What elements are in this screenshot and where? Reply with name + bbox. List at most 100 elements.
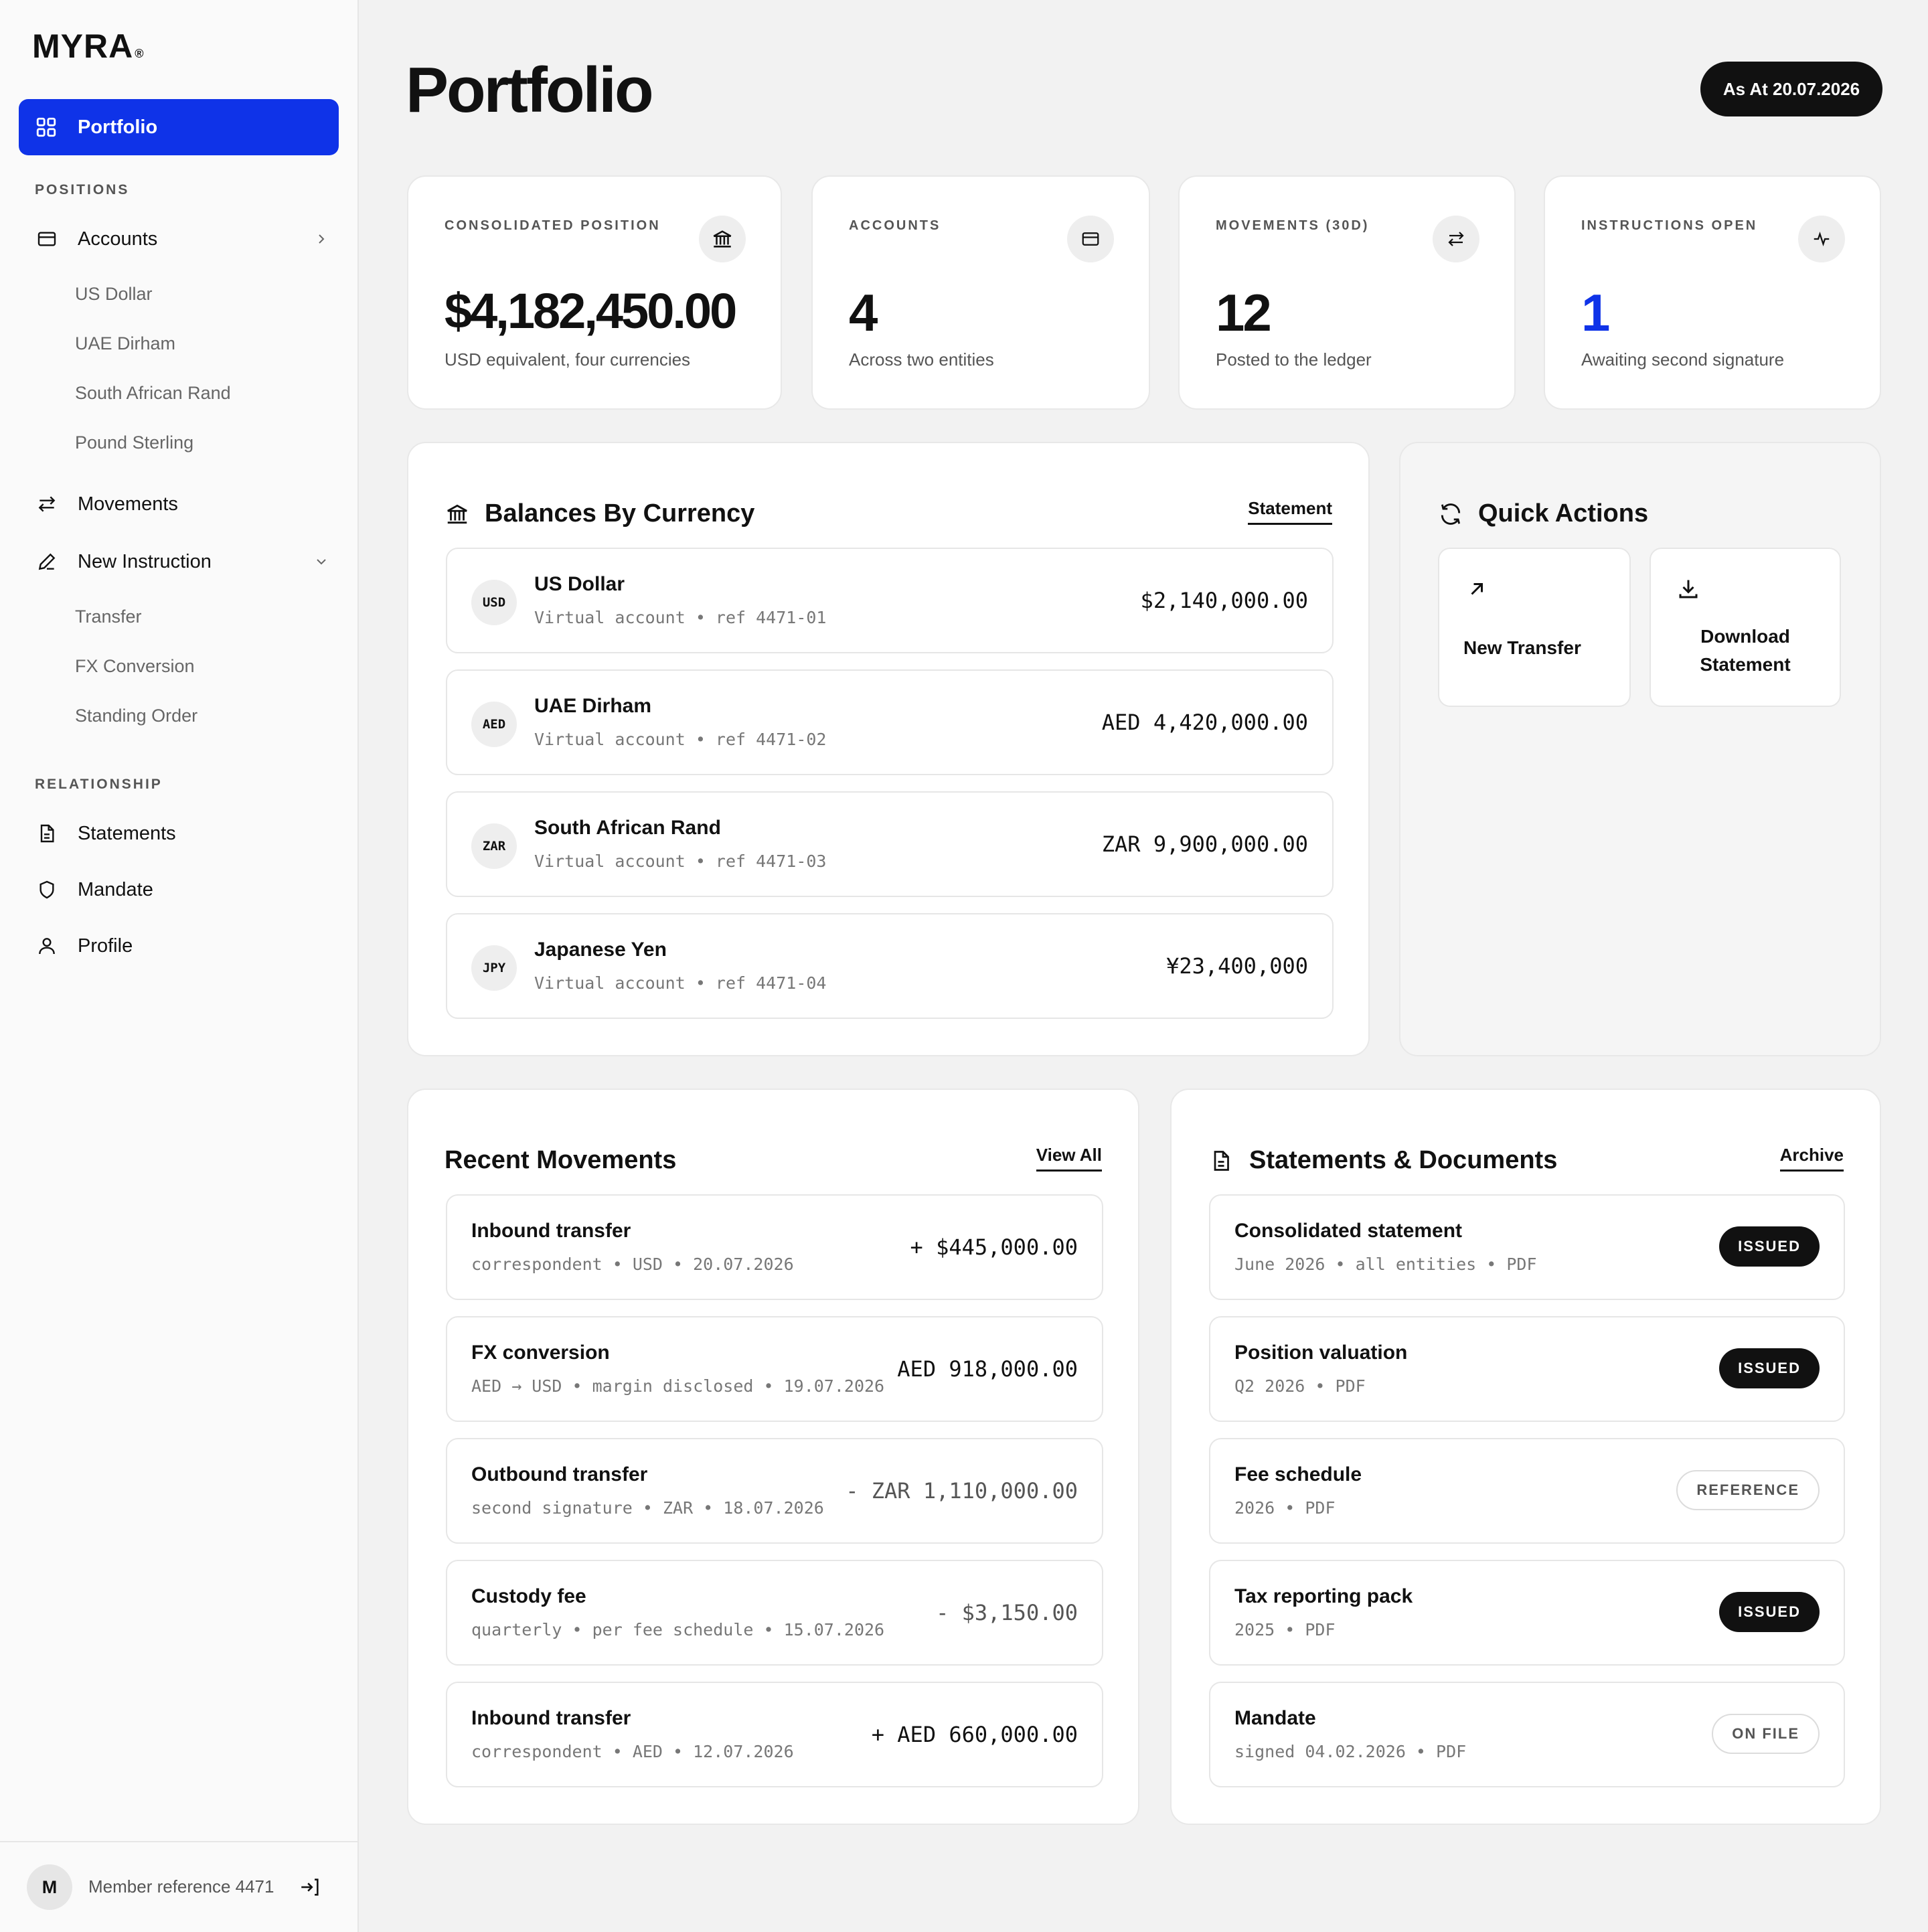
section-label-positions: POSITIONS (35, 182, 130, 197)
row-amount: ¥23,400,000 (1166, 953, 1308, 979)
currency-badge: JPY (471, 945, 517, 991)
panel-title: Quick Actions (1438, 499, 1648, 528)
status-badge: ISSUED (1719, 1226, 1820, 1267)
grid-icon (36, 117, 56, 137)
sidebar-subitem-uae-dirham[interactable]: UAE Dirham (75, 333, 175, 354)
sidebar-subitem-south-african-rand[interactable]: South African Rand (75, 383, 231, 404)
row-amount: + $445,000.00 (910, 1234, 1078, 1260)
row-title: Japanese Yen (534, 939, 667, 961)
quick-actions-panel: Quick Actions New Transfer Download Stat… (1399, 442, 1881, 1056)
brand-mark: ® (135, 47, 145, 60)
tile-label-line: Download (1700, 626, 1790, 647)
row-amount: AED 4,420,000.00 (1101, 710, 1308, 735)
list-item[interactable]: Position valuation Q2 2026 • PDF ISSUED (1209, 1316, 1845, 1422)
shield-icon (35, 878, 59, 902)
row-meta: second signature • ZAR • 18.07.2026 (471, 1498, 824, 1518)
row-title: UAE Dirham (534, 695, 652, 717)
stat-label: CONSOLIDATED POSITION (445, 218, 661, 233)
pen-icon (35, 550, 59, 574)
panel-title-text: Quick Actions (1478, 499, 1649, 528)
brand-logo[interactable]: MYRA ® (32, 27, 144, 67)
section-label-relationship: RELATIONSHIP (35, 777, 163, 792)
sidebar-item-movements[interactable]: Movements (35, 487, 329, 521)
list-item[interactable]: AED UAE Dirham Virtual account • ref 447… (446, 669, 1334, 775)
table-row[interactable]: Outbound transfer second signature • ZAR… (446, 1438, 1103, 1544)
row-meta: correspondent • USD • 20.07.2026 (471, 1255, 794, 1274)
sidebar-item-accounts[interactable]: Accounts (35, 222, 329, 256)
list-item[interactable]: ZAR South African Rand Virtual account •… (446, 791, 1334, 897)
status-badge: ISSUED (1719, 1348, 1820, 1388)
stat-value: 12 (1216, 283, 1272, 342)
stat-value: 4 (849, 283, 878, 342)
sidebar-item-mandate[interactable]: Mandate (35, 873, 329, 906)
currency-badge: ZAR (471, 823, 517, 869)
member-reference: Member reference 4471 (88, 1876, 274, 1897)
stat-card-accounts: ACCOUNTS 4 Across two entities (811, 175, 1150, 410)
row-amount: AED 918,000.00 (897, 1356, 1078, 1382)
view-all-link[interactable]: View All (1036, 1145, 1102, 1172)
stat-label: INSTRUCTIONS OPEN (1581, 218, 1758, 233)
brand-name: MYRA (32, 27, 134, 65)
row-meta: Virtual account • ref 4471-03 (534, 852, 827, 871)
row-meta: June 2026 • all entities • PDF (1234, 1255, 1537, 1274)
row-title: Inbound transfer (471, 1220, 631, 1242)
as-at-date-pill[interactable]: As At 20.07.2026 (1700, 62, 1882, 116)
recent-movements-panel: Recent Movements View All Inbound transf… (407, 1089, 1139, 1825)
sidebar-subitem-transfer[interactable]: Transfer (75, 607, 142, 627)
document-icon (35, 821, 59, 846)
sidebar: MYRA ® Portfolio POSITIONS Accounts US Do… (0, 0, 359, 1932)
table-row[interactable]: Custody fee quarterly • per fee schedule… (446, 1560, 1103, 1666)
sidebar-subitem-pound-sterling[interactable]: Pound Sterling (75, 432, 193, 453)
sidebar-item-label: Mandate (78, 878, 153, 900)
panel-title: Balances By Currency (445, 499, 754, 528)
stat-card-consolidated-position: CONSOLIDATED POSITION $4,182,450.00 USD … (407, 175, 782, 410)
stat-subtext: Across two entities (849, 349, 994, 370)
row-title: Mandate (1234, 1707, 1316, 1729)
sidebar-item-label: Accounts (78, 228, 158, 250)
archive-link[interactable]: Archive (1779, 1145, 1844, 1172)
stat-value: 1 (1581, 283, 1610, 342)
sidebar-subitem-fx-conversion[interactable]: FX Conversion (75, 656, 195, 677)
list-item[interactable]: Mandate signed 04.02.2026 • PDF ON FILE (1209, 1682, 1845, 1787)
logout-icon[interactable] (299, 1876, 321, 1899)
bank-icon (445, 501, 471, 528)
row-meta: Q2 2026 • PDF (1234, 1376, 1366, 1396)
list-item[interactable]: JPY Japanese Yen Virtual account • ref 4… (446, 913, 1334, 1019)
arrows-icon (1433, 216, 1479, 262)
row-amount: $2,140,000.00 (1140, 588, 1308, 613)
sidebar-item-portfolio[interactable]: Portfolio (19, 99, 339, 155)
sidebar-subitem-us-dollar[interactable]: US Dollar (75, 284, 153, 305)
table-row[interactable]: Inbound transfer correspondent • USD • 2… (446, 1194, 1103, 1300)
avatar[interactable]: M (27, 1864, 72, 1910)
row-amount: - ZAR 1,110,000.00 (846, 1478, 1078, 1504)
table-row[interactable]: FX conversion AED → USD • margin disclos… (446, 1316, 1103, 1422)
pulse-icon (1798, 216, 1845, 262)
table-row[interactable]: Inbound transfer correspondent • AED • 1… (446, 1682, 1103, 1787)
sidebar-item-statements[interactable]: Statements (35, 817, 329, 850)
sidebar-item-label: New Instruction (78, 550, 212, 572)
row-amount: - $3,150.00 (936, 1600, 1078, 1625)
sidebar-subitem-standing-order[interactable]: Standing Order (75, 706, 197, 726)
statement-link[interactable]: Statement (1248, 498, 1332, 525)
new-transfer-button[interactable]: New Transfer (1438, 548, 1631, 707)
chevron-right-icon (319, 234, 325, 244)
list-item[interactable]: Consolidated statement June 2026 • all e… (1209, 1194, 1845, 1300)
row-amount: + AED 660,000.00 (871, 1722, 1078, 1747)
statements-documents-panel: Statements & Documents Archive Consolida… (1170, 1089, 1881, 1825)
sidebar-item-profile[interactable]: Profile (35, 929, 329, 963)
sidebar-item-label: Profile (78, 935, 133, 957)
panel-title-text: Statements & Documents (1249, 1146, 1558, 1174)
tile-label: New Transfer (1463, 637, 1581, 658)
row-title: FX conversion (471, 1342, 610, 1364)
currency-badge: AED (471, 702, 517, 747)
arrow-up-right-icon (1471, 583, 1483, 595)
sidebar-item-new-instruction[interactable]: New Instruction (35, 545, 329, 578)
refresh-icon (1438, 501, 1465, 528)
currency-badge: USD (471, 580, 517, 625)
list-item[interactable]: USD US Dollar Virtual account • ref 4471… (446, 548, 1334, 653)
list-item[interactable]: Tax reporting pack 2025 • PDF ISSUED (1209, 1560, 1845, 1666)
stat-card-instructions-open: INSTRUCTIONS OPEN 1 Awaiting second sign… (1544, 175, 1881, 410)
panel-title-text: Balances By Currency (485, 499, 755, 528)
list-item[interactable]: Fee schedule 2026 • PDF REFERENCE (1209, 1438, 1845, 1544)
download-statement-button[interactable]: Download Statement (1650, 548, 1841, 707)
